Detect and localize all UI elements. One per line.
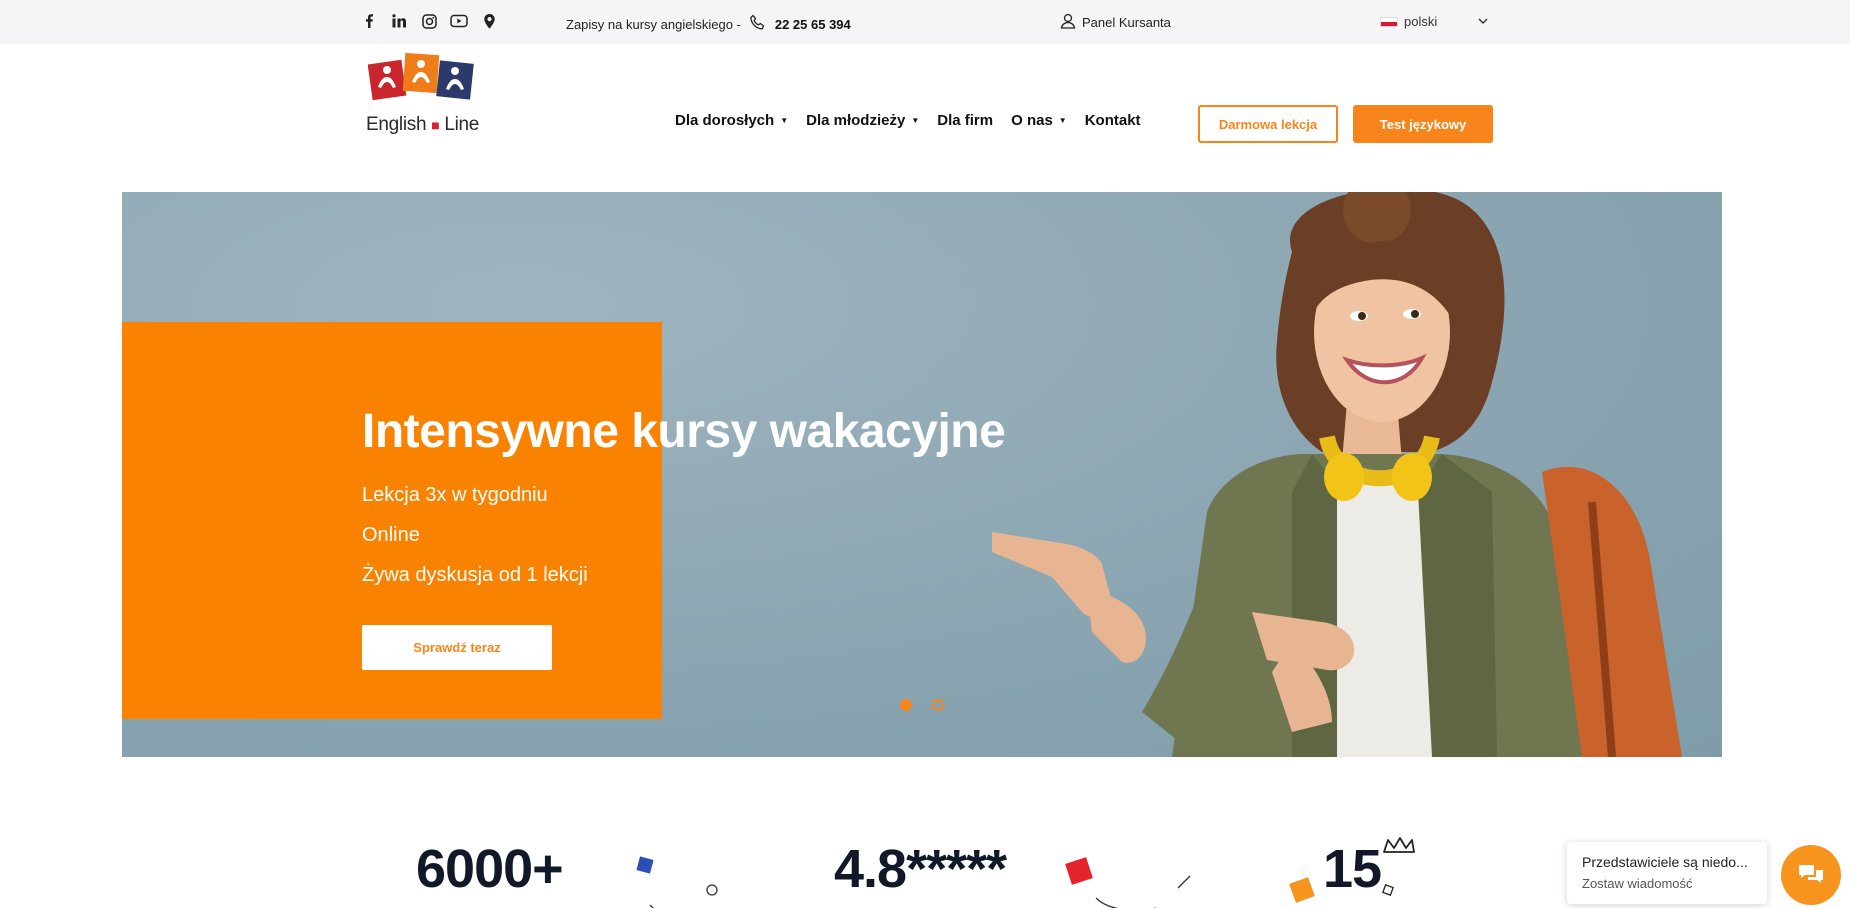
nav-item-label: Dla młodzieży — [806, 112, 906, 129]
chat-popup[interactable]: Przedstawiciele są niedo... Zostaw wiado… — [1567, 842, 1767, 904]
caret-down-icon: ▼ — [911, 116, 920, 125]
phone-icon — [749, 14, 767, 35]
location-pin-icon[interactable] — [480, 12, 498, 30]
nav-item-about[interactable]: O nas ▼ — [1011, 112, 1067, 129]
nav-item-youth[interactable]: Dla młodzieży ▼ — [806, 112, 919, 129]
chat-subtitle: Zostaw wiadomość — [1582, 876, 1693, 891]
logo-mark-icon — [368, 52, 474, 101]
check-now-button[interactable]: Sprawdź teraz — [362, 625, 552, 670]
stat-value: 6000+ — [416, 839, 564, 899]
nav-item-label: Dla dorosłych — [675, 112, 775, 129]
logo-separator: ■ — [431, 117, 440, 133]
slide-dot-2[interactable] — [932, 699, 944, 711]
facebook-icon[interactable] — [360, 12, 378, 30]
nav-item-label: O nas — [1011, 112, 1053, 129]
nav-item-adults[interactable]: Dla dorosłych ▼ — [675, 112, 788, 129]
slider-pagination — [900, 699, 944, 711]
chat-launcher-button[interactable] — [1781, 845, 1841, 905]
nav-item-label: Dla firm — [937, 112, 994, 129]
nav-item-companies[interactable]: Dla firm — [937, 112, 993, 129]
chevron-down-icon — [1478, 16, 1488, 27]
nav-item-contact[interactable]: Kontakt — [1085, 112, 1141, 129]
nav-item-label: Kontakt — [1084, 112, 1141, 129]
slide-dot-1[interactable] — [900, 699, 912, 711]
poland-flag-icon — [1380, 16, 1398, 27]
confetti-decoration — [636, 856, 718, 908]
language-test-button[interactable]: Test językowy — [1353, 105, 1493, 143]
enroll-text: Zapisy na kursy angielskiego - — [566, 17, 741, 32]
hero-feature-3: Żywa dyskusja od 1 lekcji — [362, 564, 588, 586]
top-bar: Zapisy na kursy angielskiego - 22 25 65 … — [0, 0, 1850, 44]
hero-title: Intensywne kursy wakacyjne — [362, 405, 1006, 458]
logo-word-right: Line — [444, 114, 480, 135]
user-icon — [1060, 13, 1076, 32]
chat-title: Przedstawiciele są niedo... — [1582, 854, 1748, 870]
student-panel-link[interactable]: Panel Kursanta — [1060, 13, 1171, 32]
social-links — [360, 12, 498, 30]
language-select[interactable]: polski — [1380, 14, 1488, 29]
free-lesson-button[interactable]: Darmowa lekcja — [1198, 105, 1338, 143]
crown-decoration — [1289, 837, 1415, 903]
phone-number-link[interactable]: 22 25 65 394 — [775, 17, 851, 32]
hero-image — [992, 192, 1682, 757]
youtube-icon[interactable] — [450, 12, 468, 30]
caret-down-icon: ▼ — [780, 116, 789, 125]
logo-word-left: English — [366, 114, 427, 135]
hero-feature-1: Lekcja 3x w tygodniu — [362, 484, 548, 506]
english-line-logo[interactable]: English ■ Line — [366, 52, 482, 164]
linkedin-icon[interactable] — [390, 12, 408, 30]
stat-rating: 4.8***** — [824, 838, 1007, 908]
enroll-info: Zapisy na kursy angielskiego - 22 25 65 … — [566, 14, 851, 35]
stat-students: 6000+ — [406, 838, 564, 908]
logo-wordmark: English ■ Line — [366, 114, 479, 136]
language-label: polski — [1404, 14, 1438, 29]
student-panel-label: Panel Kursanta — [1082, 15, 1171, 30]
confetti-decoration — [1065, 857, 1191, 908]
instagram-icon[interactable] — [420, 12, 438, 30]
chat-bubbles-icon — [1799, 865, 1823, 883]
stat-value: 4.8***** — [834, 839, 1007, 899]
caret-down-icon: ▼ — [1058, 116, 1067, 125]
hero-feature-2: Online — [362, 524, 420, 546]
main-navigation: Dla dorosłych ▼ Dla młodzieży ▼ Dla firm… — [675, 112, 1141, 129]
hero-slider: Intensywne kursy wakacyjne Lekcja 3x w t… — [122, 192, 1722, 757]
